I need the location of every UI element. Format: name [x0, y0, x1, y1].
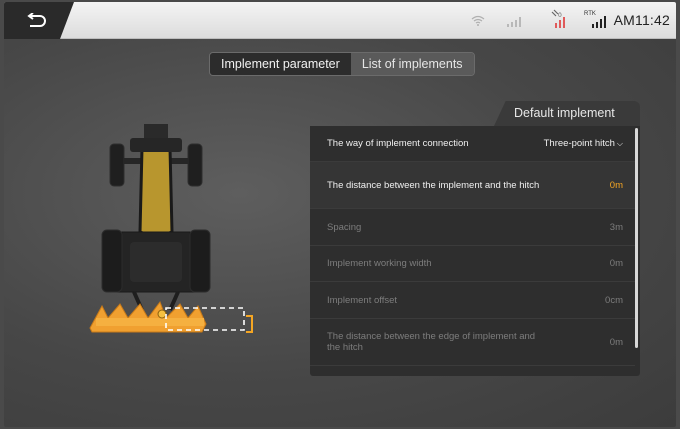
chevron-down-icon: ⌵	[616, 139, 623, 148]
row-value: 3m	[609, 221, 623, 233]
row-edge-hitch-distance[interactable]: The distance between the edge of impleme…	[310, 319, 635, 366]
tractor-illustration	[89, 124, 253, 333]
implement-parameter-panel: The way of implement connection Three-po…	[310, 126, 640, 376]
row-spacing[interactable]: Spacing 3m	[310, 209, 635, 246]
status-bar: 0 RTK AM11:42	[4, 2, 676, 39]
row-label: Implement working width	[327, 258, 432, 269]
row-label: The way of implement connection	[327, 138, 469, 149]
row-implement-offset[interactable]: Implement offset 0cm	[310, 282, 635, 319]
cellular-signal-icon	[507, 17, 521, 27]
tab-bar: Implement parameter List of implements	[209, 52, 475, 76]
row-label: The distance between the implement and t…	[327, 179, 540, 191]
row-value: 0m	[609, 179, 623, 191]
row-connection-type[interactable]: The way of implement connection Three-po…	[310, 126, 635, 162]
back-button[interactable]	[4, 2, 74, 39]
connection-type-dropdown[interactable]: Three-point hitch ⌵	[544, 138, 623, 149]
back-icon	[27, 12, 46, 27]
rtk-signal-icon	[592, 16, 606, 28]
row-label: Spacing	[327, 221, 362, 233]
row-working-width[interactable]: Implement working width 0m	[310, 246, 635, 282]
row-value: 0cm	[605, 294, 623, 306]
row-label: The distance between the edge of impleme…	[327, 331, 536, 353]
scrollbar[interactable]	[635, 128, 638, 348]
row-implement-hitch-distance[interactable]: The distance between the implement and t…	[310, 162, 635, 209]
satellite-signal-icon: 0	[551, 9, 565, 28]
svg-text:0: 0	[558, 12, 562, 19]
tab-implement-parameter[interactable]: Implement parameter	[210, 53, 351, 75]
clock: AM11:42	[613, 12, 670, 28]
screen: 0 RTK AM11:42 Implement parameter List o…	[4, 2, 676, 427]
row-label: Implement offset	[327, 294, 398, 306]
row-value: 0m	[609, 258, 623, 269]
tab-list-of-implements[interactable]: List of implements	[350, 53, 474, 75]
panel-title: Default implement	[494, 101, 640, 126]
row-value: 0m	[609, 336, 623, 348]
wifi-icon	[471, 15, 485, 26]
